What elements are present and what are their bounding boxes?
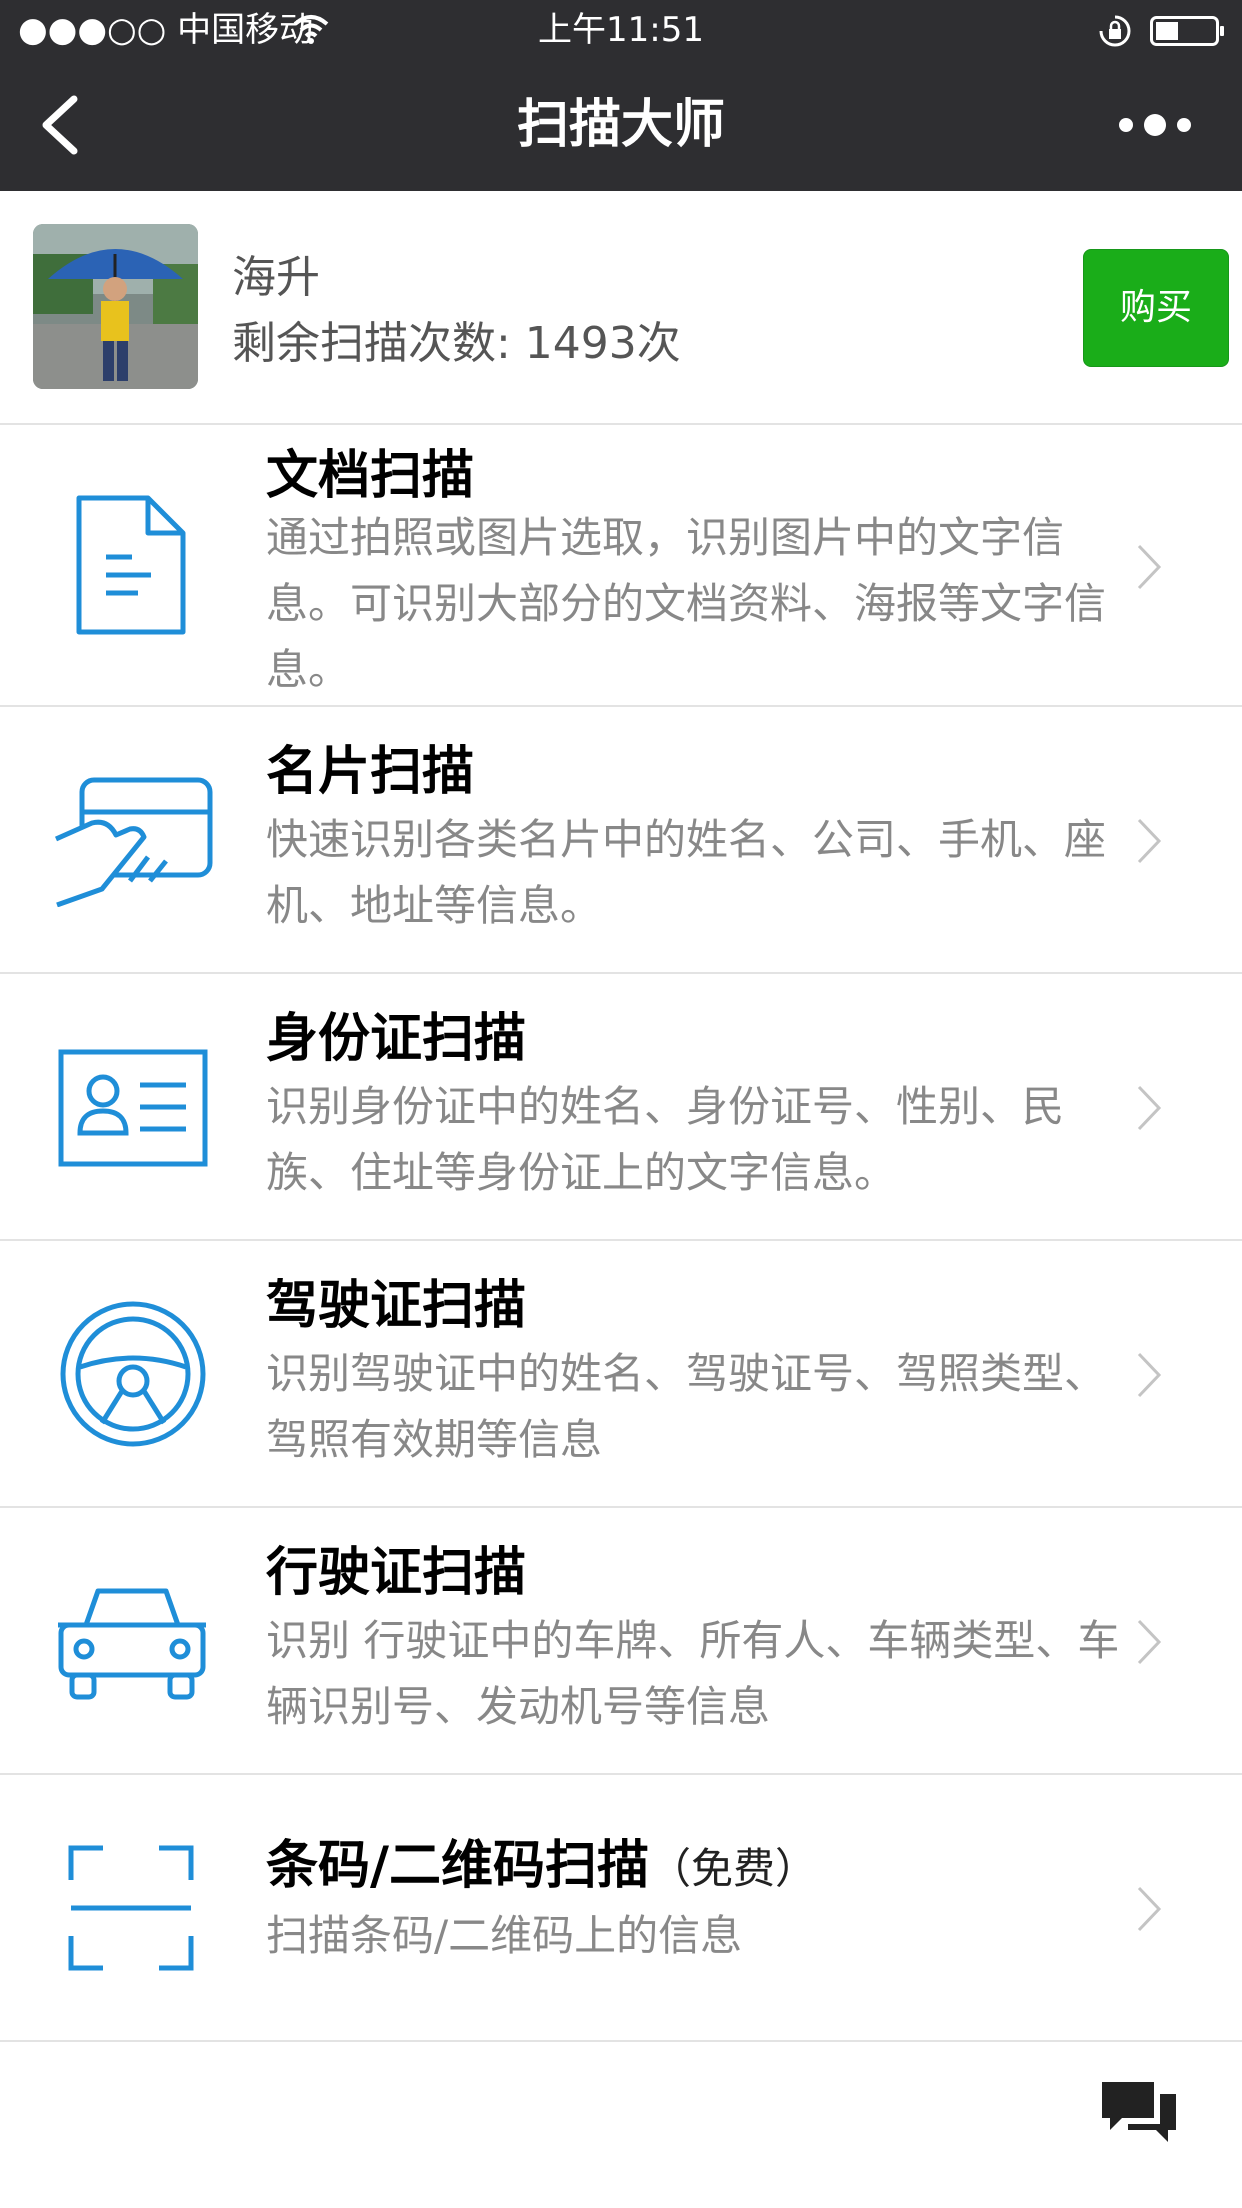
- more-icon[interactable]: [1118, 111, 1192, 139]
- item-description: 快速识别各类名片中的姓名、公司、手机、座机、地址等信息。: [266, 815, 1107, 930]
- chevron-right-icon: [1137, 544, 1162, 590]
- item-title: 条码/二维码扫描（免费）: [266, 1823, 817, 1898]
- item-title: 驾驶证扫描: [266, 1276, 527, 1336]
- chat-icon[interactable]: [1100, 2080, 1178, 2146]
- item-title: 行驶证扫描: [266, 1543, 527, 1603]
- steering-wheel-icon: [60, 1301, 206, 1447]
- id-card-icon: [58, 1049, 208, 1167]
- chevron-right-icon: [1137, 1085, 1162, 1131]
- chevron-right-icon: [1137, 1619, 1162, 1665]
- item-title-text: 条码/二维码扫描: [266, 1836, 649, 1896]
- list-item-id-card-scan[interactable]: 身份证扫描 识别身份证中的姓名、身份证号、性别、民族、住址等身份证上的文字信息。: [0, 974, 1242, 1241]
- business-card-icon: [54, 777, 213, 907]
- battery-icon: [1150, 16, 1224, 46]
- nav-bar: 扫描大师: [0, 60, 1242, 191]
- chevron-right-icon: [1137, 818, 1162, 864]
- item-description: 扫描条码/二维码上的信息: [266, 1911, 743, 1960]
- item-description: 通过拍照或图片选取，识别图片中的文字信息。可识别大部分的文档资料、海报等文字信息…: [266, 513, 1107, 694]
- item-title: 身份证扫描: [266, 1009, 527, 1069]
- profile-card: 海升 剩余扫描次数: 1493次 购买: [0, 191, 1242, 425]
- item-description: 识别驾驶证中的姓名、驾驶证号、驾照类型、驾照有效期等信息: [266, 1349, 1107, 1464]
- status-bar: ●●●○○ 中国移动 上午11:51: [0, 0, 1242, 60]
- page-title: 扫描大师: [516, 95, 725, 155]
- user-name: 海升: [232, 252, 320, 303]
- list-item-barcode-qr-scan[interactable]: 条码/二维码扫描（免费） 扫描条码/二维码上的信息: [0, 1775, 1242, 2042]
- chevron-right-icon: [1137, 1352, 1162, 1398]
- item-title: 文档扫描: [266, 446, 475, 506]
- avatar: [33, 224, 198, 389]
- car-icon: [58, 1588, 206, 1700]
- remaining-scans: 剩余扫描次数: 1493次: [232, 318, 681, 369]
- free-tag: （免费）: [649, 1844, 818, 1893]
- list-item-driver-license-scan[interactable]: 驾驶证扫描 识别驾驶证中的姓名、驾驶证号、驾照类型、驾照有效期等信息: [0, 1241, 1242, 1508]
- list-item-business-card-scan[interactable]: 名片扫描 快速识别各类名片中的姓名、公司、手机、座机、地址等信息。: [0, 707, 1242, 974]
- clock-label: 上午11:51: [538, 10, 704, 50]
- chevron-right-icon: [1137, 1886, 1162, 1932]
- item-description: 识别 行驶证中的车牌、所有人、车辆类型、车辆识别号、发动机号等信息: [266, 1616, 1120, 1731]
- document-icon: [76, 495, 186, 635]
- list-item-document-scan[interactable]: 文档扫描 通过拍照或图片选取，识别图片中的文字信息。可识别大部分的文档资料、海报…: [0, 425, 1242, 707]
- scan-frame-icon: [68, 1845, 194, 1971]
- list-item-vehicle-license-scan[interactable]: 行驶证扫描 识别 行驶证中的车牌、所有人、车辆类型、车辆识别号、发动机号等信息: [0, 1508, 1242, 1775]
- buy-button[interactable]: 购买: [1083, 249, 1229, 367]
- item-description: 识别身份证中的姓名、身份证号、性别、民族、住址等身份证上的文字信息。: [266, 1082, 1065, 1197]
- item-title: 名片扫描: [266, 742, 475, 802]
- rotation-lock-icon: [1099, 15, 1131, 47]
